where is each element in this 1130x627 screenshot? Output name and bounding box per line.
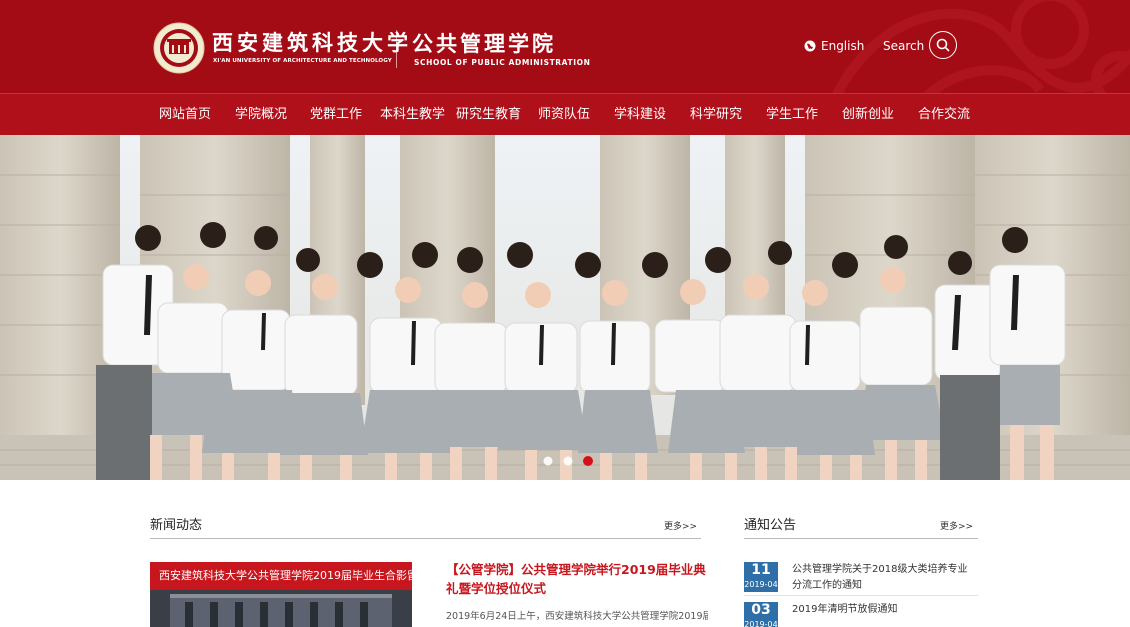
header-divider [396, 30, 397, 68]
notice-title[interactable]: 公共管理学院关于2018级大类培养专业分流工作的通知 [792, 562, 974, 594]
nav-item-cooperation[interactable]: 合作交流 [918, 94, 970, 136]
school-emblem-icon[interactable] [153, 22, 205, 74]
notices-divider [744, 538, 978, 539]
hero-banner[interactable] [0, 135, 1130, 480]
site-header: 西安建筑科技大学 XI'AN UNIVERSITY OF ARCHITECTUR… [0, 0, 1130, 93]
news-thumbnail-caption: 西安建筑科技大学公共管理学院2019届毕业生合影留念 [150, 562, 412, 590]
nav-item-research[interactable]: 科学研究 [690, 94, 742, 136]
nav-item-innovation[interactable]: 创新创业 [842, 94, 894, 136]
nav-item-discipline[interactable]: 学科建设 [614, 94, 666, 136]
nav-item-undergrad[interactable]: 本科生教学 [380, 94, 445, 136]
search-icon [936, 38, 950, 52]
university-name-en: XI'AN UNIVERSITY OF ARCHITECTURE AND TEC… [213, 58, 392, 64]
notice-date: 03 2019-04 [744, 602, 778, 627]
news-headline[interactable]: 【公管学院】公共管理学院举行2019届毕业典礼暨学位授位仪式 [446, 560, 708, 598]
slider-dot-3-active[interactable] [583, 456, 593, 466]
slider-dot-2[interactable] [563, 456, 573, 466]
university-name-cn: 西安建筑科技大学 [212, 30, 412, 55]
notice-separator [744, 595, 978, 596]
notice-date-day: 11 [751, 562, 771, 578]
school-name-en: SCHOOL OF PUBLIC ADMINISTRATION [414, 58, 591, 67]
news-excerpt: 2019年6月24日上午，西安建筑科技大学公共管理学院2019届学 [446, 611, 708, 622]
notices-more-link[interactable]: 更多>> [940, 519, 973, 532]
news-section-title: 新闻动态 [150, 518, 203, 533]
main-nav: 网站首页 学院概况 党群工作 本科生教学 研究生教育 师资队伍 学科建设 科学研… [0, 93, 1130, 135]
nav-item-graduate[interactable]: 研究生教育 [456, 94, 521, 136]
notice-date: 11 2019-04 [744, 562, 778, 592]
notice-date-month: 2019-04 [744, 620, 778, 627]
news-thumbnail[interactable]: 西安建筑科技大学公共管理学院2019届毕业生合影留念 [150, 562, 412, 627]
notices-section-title: 通知公告 [744, 518, 797, 533]
globe-icon [804, 40, 816, 52]
content-area: 新闻动态 更多>> 西安建筑科技大学公共管理学院2019届毕业生合影留念 【公管… [0, 480, 1130, 627]
nav-item-party[interactable]: 党群工作 [310, 94, 362, 136]
english-label: English [821, 39, 865, 53]
notice-date-day: 03 [751, 602, 771, 618]
nav-item-about[interactable]: 学院概况 [235, 94, 287, 136]
building-photo [150, 590, 412, 627]
school-name-cn: 公共管理学院 [412, 31, 556, 56]
notice-date-month: 2019-04 [744, 580, 778, 589]
slider-dot-1[interactable] [543, 456, 553, 466]
nav-item-faculty[interactable]: 师资队伍 [538, 94, 590, 136]
news-divider [150, 538, 701, 539]
nav-item-students[interactable]: 学生工作 [766, 94, 818, 136]
graduation-group-photo [0, 135, 1130, 480]
news-more-link[interactable]: 更多>> [664, 519, 697, 532]
notice-title[interactable]: 2019年清明节放假通知 [792, 602, 974, 618]
nav-item-home[interactable]: 网站首页 [159, 94, 211, 136]
search-label[interactable]: Search [883, 39, 924, 53]
english-link[interactable]: English [804, 39, 864, 53]
search-button[interactable] [929, 31, 957, 59]
